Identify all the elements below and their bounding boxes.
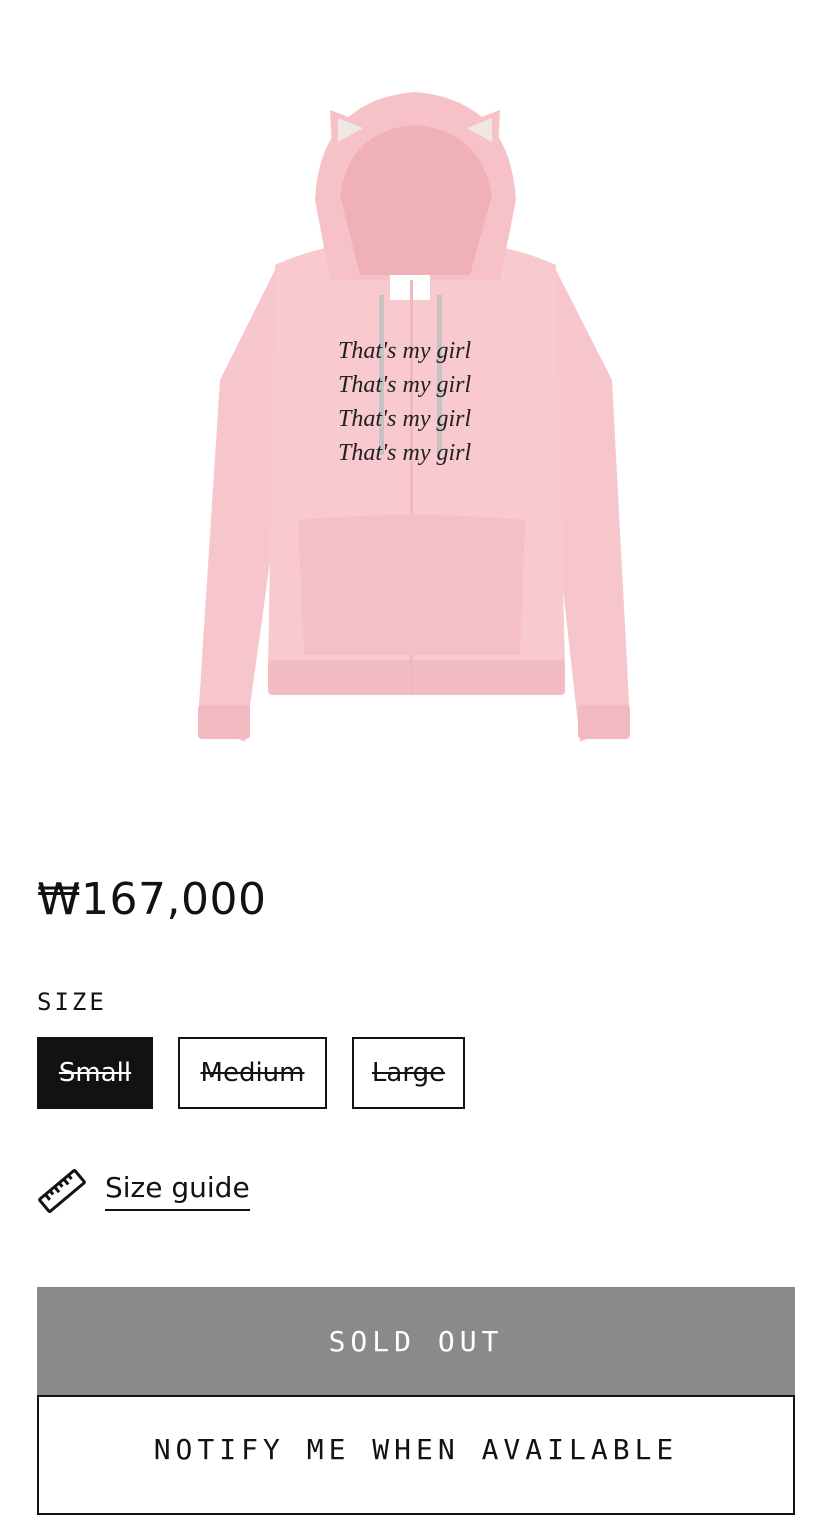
size-option-small[interactable]: Small — [37, 1037, 153, 1109]
sold-out-button[interactable]: SOLD OUT — [37, 1287, 795, 1395]
hoodie-print-line: That's my girl — [338, 338, 471, 364]
size-guide-link[interactable]: Size guide — [37, 1166, 250, 1216]
hoodie-print-line: That's my girl — [338, 440, 471, 466]
size-option-medium[interactable]: Medium — [178, 1037, 327, 1109]
notify-me-button[interactable]: NOTIFY ME WHEN AVAILABLE — [37, 1395, 795, 1515]
hoodie-illustration: That's my girl That's my girl That's my … — [198, 92, 630, 742]
size-label: SIZE — [37, 988, 107, 1016]
size-guide-label: Size guide — [105, 1171, 250, 1211]
size-option-large[interactable]: Large — [352, 1037, 465, 1109]
hoodie-print-line: That's my girl — [338, 372, 471, 398]
hoodie-print-line: That's my girl — [338, 406, 471, 432]
ruler-icon — [38, 1168, 86, 1214]
size-options: Small Medium Large — [37, 1037, 465, 1109]
product-price: ₩167,000 — [37, 874, 267, 925]
product-image[interactable]: That's my girl That's my girl That's my … — [180, 80, 651, 760]
